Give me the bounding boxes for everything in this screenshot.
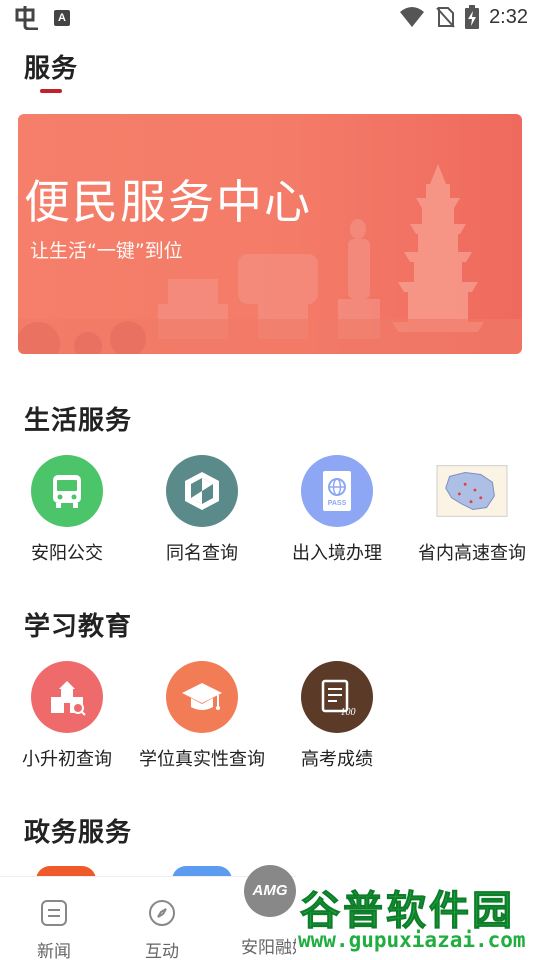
bus-icon <box>31 455 103 527</box>
section-title-life-services: 生活服务 <box>24 406 133 436</box>
service-item-same-name-query[interactable]: 同名查询 <box>137 455 267 565</box>
site-watermark: 谷普软件园 www.gupuxiazai.com <box>296 876 540 956</box>
section-title-government: 政务服务 <box>24 818 133 848</box>
service-item-highway-query[interactable]: 省内高速查询 <box>407 455 537 565</box>
service-label: 同名查询 <box>166 543 238 564</box>
service-item-gaokao-score[interactable]: 100 高考成绩 <box>272 661 402 771</box>
a-box-icon: A <box>54 10 70 26</box>
battery-charging-icon <box>465 5 480 29</box>
banner-title: 便民服务中心 <box>24 175 312 229</box>
service-item-anyang-bus[interactable]: 安阳公交 <box>2 455 132 565</box>
section-title-education: 学习教育 <box>24 612 133 642</box>
watermark-url: www.gupuxiazai.com <box>298 928 526 952</box>
banner-subtitle: 让生活“一键”到位 <box>30 240 183 262</box>
service-label: 安阳公交 <box>31 543 103 564</box>
school-icon <box>31 661 103 733</box>
page-title: 服务 <box>24 54 79 84</box>
service-label: 学位真实性查询 <box>139 749 265 770</box>
service-label: 省内高速查询 <box>418 543 526 564</box>
shield-icon <box>166 455 238 527</box>
passport-icon: PASS <box>301 455 373 527</box>
title-underline <box>40 89 62 93</box>
service-label: 小升初查询 <box>22 749 112 770</box>
nav-label: 互动 <box>145 942 179 960</box>
map-icon <box>436 455 508 527</box>
graduation-cap-icon <box>166 661 238 733</box>
compass-icon <box>149 900 175 926</box>
service-item-junior-high-query[interactable]: 小升初查询 <box>2 661 132 771</box>
chinese-glyph-icon <box>15 6 38 30</box>
status-time: 2:32 <box>489 5 528 28</box>
no-sim-icon <box>436 7 455 28</box>
service-label: 出入境办理 <box>292 543 382 564</box>
service-center-banner[interactable]: 便民服务中心 让生活“一键”到位 <box>18 114 522 354</box>
news-icon <box>41 900 67 926</box>
amg-logo-icon[interactable]: AMG <box>244 865 296 917</box>
service-item-degree-verification[interactable]: 学位真实性查询 <box>137 661 267 771</box>
status-bar: A 2:32 <box>0 0 540 36</box>
nav-interaction[interactable]: 互动 <box>117 877 207 960</box>
wifi-icon <box>400 7 425 27</box>
service-label: 高考成绩 <box>301 749 373 770</box>
service-item-immigration[interactable]: PASS 出入境办理 <box>272 455 402 565</box>
nav-news[interactable]: 新闻 <box>9 877 99 960</box>
svg-text:100: 100 <box>341 707 356 718</box>
svg-text:PASS: PASS <box>328 500 347 507</box>
score-paper-icon: 100 <box>301 661 373 733</box>
nav-label: 新闻 <box>37 942 71 960</box>
city-landmark-illustration <box>18 164 522 354</box>
